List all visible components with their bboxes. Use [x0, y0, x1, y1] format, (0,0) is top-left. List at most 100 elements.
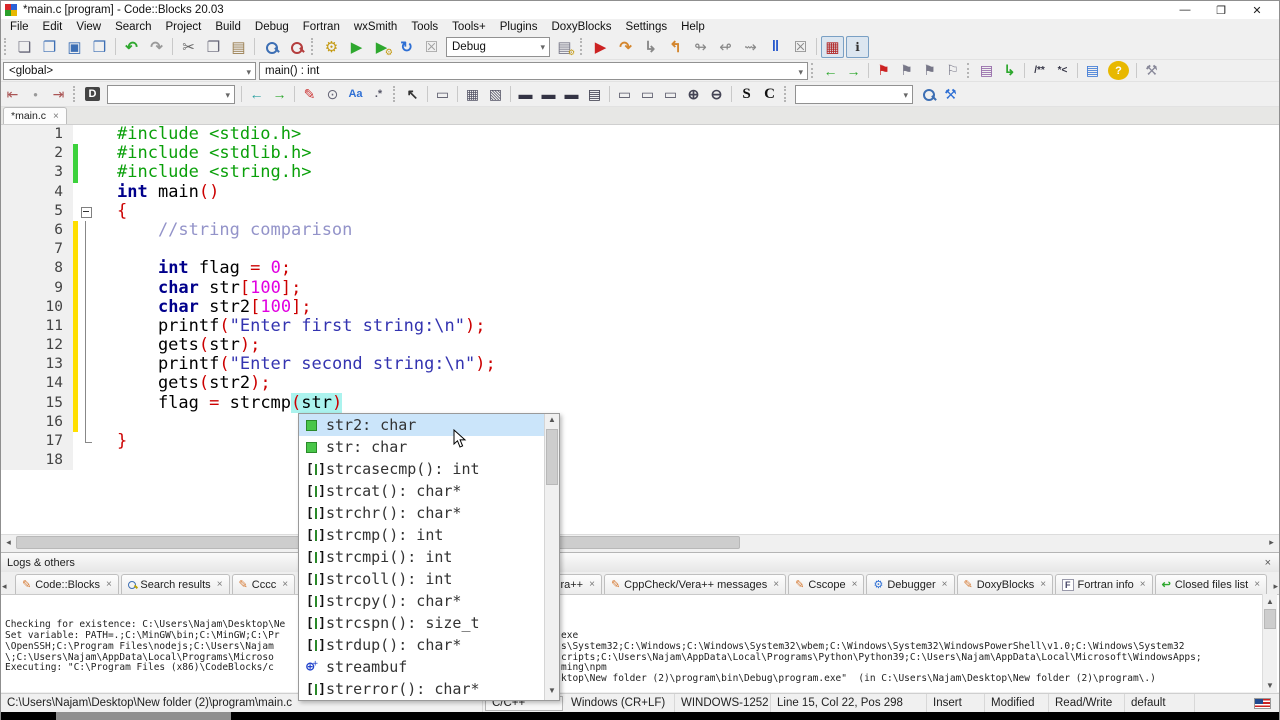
jump-forward-icon[interactable] [48, 85, 69, 104]
step-out-icon[interactable] [664, 36, 687, 58]
scroll-up-icon[interactable]: ▲ [1263, 594, 1277, 608]
menu-item[interactable]: Edit [36, 21, 70, 33]
wx-panel-icon[interactable] [485, 85, 506, 104]
nav-back-icon[interactable] [246, 85, 267, 104]
find-icon[interactable] [259, 36, 282, 58]
show-build-log-icon[interactable] [553, 36, 576, 58]
code-line[interactable]: 18 [1, 451, 1279, 471]
scroll-down-icon[interactable]: ▼ [1263, 678, 1277, 692]
nav-forward-icon[interactable] [269, 85, 290, 104]
scroll-down-icon[interactable]: ▼ [545, 686, 559, 699]
build-and-run-icon[interactable] [370, 36, 393, 58]
log-tab-close-icon[interactable]: × [852, 579, 858, 590]
scroll-up-icon[interactable]: ▲ [545, 415, 559, 428]
wx-border-right-icon[interactable] [637, 85, 658, 104]
menu-item[interactable]: Help [674, 21, 712, 33]
debug-continue-icon[interactable] [589, 36, 612, 58]
fold-margin[interactable] [78, 202, 96, 221]
log-tab-close-icon[interactable]: × [106, 579, 112, 590]
incsearch-find-icon[interactable] [917, 85, 938, 104]
step-into-icon[interactable] [639, 36, 662, 58]
build-target-select[interactable]: Debug [446, 36, 550, 57]
code-line[interactable]: 11 printf("Enter first string:\n"); [1, 316, 1279, 337]
various-info-icon[interactable] [846, 35, 869, 58]
zoom-in-icon[interactable] [683, 85, 704, 104]
menu-item[interactable]: Project [159, 21, 209, 33]
code-line[interactable]: 16 [1, 412, 1279, 433]
completion-item[interactable]: strcasecmp(): int [299, 458, 544, 480]
menu-item[interactable]: Settings [619, 21, 675, 33]
log-tab[interactable]: Code::Blocks × [15, 574, 119, 594]
wx-sizer-icon[interactable] [462, 85, 483, 104]
toolbar-grip[interactable] [4, 37, 9, 56]
run-script-icon[interactable] [82, 85, 103, 104]
menu-item[interactable]: Search [108, 21, 158, 33]
redo-icon[interactable] [145, 36, 168, 58]
new-file-icon[interactable] [13, 36, 36, 58]
log-tab-close-icon[interactable]: × [1254, 579, 1260, 590]
log-tab[interactable]: Cccc × [231, 574, 296, 594]
next-instruction-icon[interactable] [689, 36, 712, 58]
prev-bookmark-icon[interactable] [896, 61, 917, 80]
scroll-left-icon[interactable]: ◂ [1, 535, 16, 550]
toggle-bookmark-icon[interactable] [873, 61, 894, 80]
logs-panel-header[interactable]: Logs & others × [1, 552, 1279, 572]
completion-item[interactable]: strcat(): char* [299, 480, 544, 502]
completion-item[interactable]: strerror(): char* [299, 678, 544, 700]
code-line[interactable]: 4 int main() [1, 182, 1279, 202]
goto-next-icon[interactable] [843, 61, 864, 80]
highlight-mode-icon[interactable] [299, 85, 320, 104]
toolbar-grip[interactable] [311, 37, 316, 56]
toolbar-grip[interactable] [73, 85, 78, 103]
paste-icon[interactable] [227, 36, 250, 58]
menu-item[interactable]: wxSmith [347, 21, 404, 33]
completion-item[interactable]: strdup(): char* [299, 634, 544, 656]
log-tab[interactable]: Closed files list × [1154, 574, 1268, 594]
wx-border-left-icon[interactable] [614, 85, 635, 104]
wx-align-left-icon[interactable] [515, 85, 536, 104]
next-bookmark-icon[interactable] [919, 61, 940, 80]
log-vscrollbar[interactable]: ▲ ▼ [1262, 594, 1277, 692]
zoom-out-icon[interactable] [706, 85, 727, 104]
debugging-windows-icon[interactable] [821, 35, 844, 58]
code-line[interactable]: 8 int flag = 0; [1, 259, 1279, 279]
break-debugger-icon[interactable] [764, 36, 787, 58]
log-tab-close-icon[interactable]: × [589, 579, 595, 590]
maximize-button[interactable]: ❐ [1203, 1, 1239, 19]
minimize-button[interactable]: — [1167, 1, 1203, 19]
title-bar[interactable]: *main.c [program] - Code::Blocks 20.03 —… [1, 1, 1279, 19]
menu-item[interactable]: Plugins [493, 21, 545, 33]
log-tab[interactable]: DoxyBlocks × [956, 574, 1054, 594]
wx-align-right-icon[interactable] [561, 85, 582, 104]
completion-item[interactable]: str: char [299, 436, 544, 458]
menu-item[interactable]: Tools [404, 21, 445, 33]
menu-item[interactable]: Fortran [296, 21, 347, 33]
doxy-wizard-icon[interactable] [999, 61, 1020, 80]
vscroll-thumb[interactable] [1264, 609, 1276, 629]
log-tab-close-icon[interactable]: × [773, 579, 779, 590]
code-line[interactable]: 3 #include <string.h> [1, 163, 1279, 183]
jump-back-icon[interactable] [2, 85, 23, 104]
code-line[interactable]: 12 gets(str); [1, 335, 1279, 356]
incsearch-options-icon[interactable] [940, 85, 961, 104]
completion-item[interactable]: strcmp(): int [299, 524, 544, 546]
stop-debugger-icon[interactable] [789, 36, 812, 58]
undo-icon[interactable] [120, 36, 143, 58]
jump-marker-icon[interactable] [25, 85, 46, 104]
open-file-icon[interactable] [38, 36, 61, 58]
scope-select[interactable]: <global> [3, 61, 256, 80]
block-comment-icon[interactable] [1029, 61, 1050, 80]
step-next-icon[interactable] [614, 36, 637, 58]
doxy-help-icon[interactable] [1108, 61, 1129, 80]
log-tab-close-icon[interactable]: × [217, 579, 223, 590]
completion-item[interactable]: strcpy(): char* [299, 590, 544, 612]
code-line[interactable]: 17} [1, 431, 1279, 452]
code-line[interactable]: 1 #include <stdio.h> [1, 125, 1279, 145]
completion-item[interactable]: str2: char [299, 414, 544, 436]
wx-align-center-icon[interactable] [538, 85, 559, 104]
save-file-icon[interactable] [63, 36, 86, 58]
replace-icon[interactable] [284, 36, 307, 58]
menu-item[interactable]: DoxyBlocks [544, 21, 618, 33]
log-tab-close-icon[interactable]: × [1140, 579, 1146, 590]
step-into-instruction-icon[interactable] [714, 36, 737, 58]
